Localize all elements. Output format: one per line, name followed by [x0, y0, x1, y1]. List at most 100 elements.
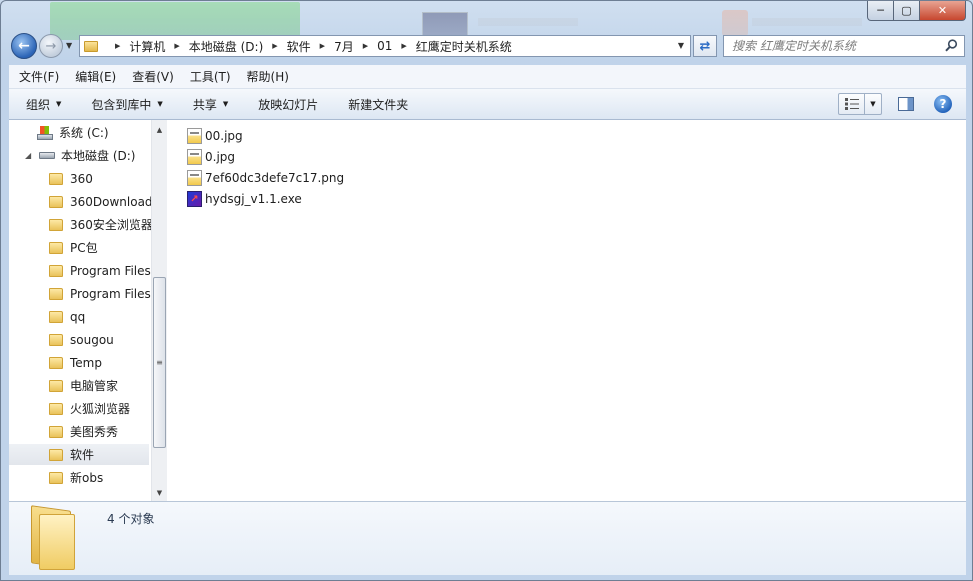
tree-item-folder[interactable]: 电脑管家: [49, 375, 118, 396]
forward-arrow-icon: →: [45, 38, 57, 54]
tree-item-label: 电脑管家: [70, 379, 119, 393]
command-bar: 组织 ▼ 包含到库中 ▼ 共享 ▼ 放映幻灯片 新建文件夹 ▼ ?: [9, 89, 966, 120]
menu-help[interactable]: 帮助(H): [247, 68, 289, 85]
breadcrumb-computer[interactable]: 计算机: [129, 38, 165, 55]
new-folder-button[interactable]: 新建文件夹: [348, 96, 408, 113]
minimize-icon: ─: [877, 4, 884, 17]
exe-file-icon: ↗: [187, 191, 202, 207]
breadcrumb-chevron-icon[interactable]: ▶: [272, 42, 277, 50]
share-label: 共享: [192, 97, 217, 112]
recent-pages-dropdown[interactable]: ▼: [66, 41, 72, 50]
slideshow-button[interactable]: 放映幻灯片: [258, 96, 318, 113]
folder-icon: [49, 310, 63, 323]
breadcrumb-july[interactable]: 7月: [334, 38, 354, 55]
tree-item-label: PC包: [70, 241, 98, 255]
image-file-icon: [187, 149, 202, 165]
file-item[interactable]: 7ef60dc3defe7c17.png: [187, 168, 344, 188]
folder-icon: [49, 425, 63, 438]
back-button[interactable]: ←: [11, 33, 37, 59]
navigation-scrollbar[interactable]: ▲ ≡ ▼: [151, 120, 167, 501]
explorer-window: ─ ▢ ✕ ← → ▼ ▶ 计算机 ▶ 本地磁盘 (D:) ▶ 软件 ▶ 7月 …: [0, 0, 973, 581]
maximize-button[interactable]: ▢: [894, 1, 920, 21]
tree-item-folder[interactable]: Program Files: [49, 260, 151, 281]
tree-item-folder-selected[interactable]: 软件: [9, 444, 149, 465]
tree-item-label: 360安全浏览器: [70, 218, 153, 232]
search-icon[interactable]: [945, 39, 958, 52]
folder-icon: [49, 172, 63, 185]
view-options-dropdown-icon[interactable]: ▼: [865, 94, 881, 114]
tree-item-folder[interactable]: 360: [49, 168, 93, 189]
details-pane: 4 个对象: [9, 501, 966, 575]
help-glyph: ?: [939, 97, 947, 111]
view-list-icon: [844, 98, 859, 110]
menu-edit[interactable]: 编辑(E): [75, 68, 116, 85]
tree-item-label: Temp: [70, 355, 102, 370]
menu-file[interactable]: 文件(F): [19, 68, 59, 85]
file-name: 7ef60dc3defe7c17.png: [205, 171, 345, 185]
tree-item-folder[interactable]: qq: [49, 306, 85, 327]
folder-icon: [49, 379, 63, 392]
organize-button[interactable]: 组织 ▼: [26, 96, 61, 113]
include-in-library-button[interactable]: 包含到库中 ▼: [91, 96, 162, 113]
breadcrumb-01[interactable]: 01: [377, 39, 392, 53]
file-item[interactable]: ↗ hydsgj_v1.1.exe: [187, 189, 302, 209]
tree-item-folder[interactable]: sougou: [49, 329, 114, 350]
address-dropdown-icon[interactable]: ▼: [678, 41, 684, 50]
tree-item-folder[interactable]: 360安全浏览器: [49, 214, 153, 235]
tree-item-label: 火狐浏览器: [70, 402, 131, 416]
breadcrumb-chevron-icon[interactable]: ▶: [320, 42, 325, 50]
breadcrumb-current[interactable]: 红鹰定时关机系统: [416, 38, 512, 55]
breadcrumb-software[interactable]: 软件: [287, 38, 311, 55]
tree-item-label: Program Files: [70, 286, 151, 301]
menu-tools[interactable]: 工具(T): [190, 68, 231, 85]
tree-item-label: qq: [70, 309, 86, 324]
close-button[interactable]: ✕: [920, 1, 966, 21]
breadcrumb-chevron-icon[interactable]: ▶: [174, 42, 179, 50]
tree-item-folder[interactable]: 360Download: [49, 191, 153, 212]
include-in-library-label: 包含到库中: [91, 97, 152, 112]
forward-button[interactable]: →: [39, 34, 63, 58]
tree-item-folder[interactable]: Temp: [49, 352, 102, 373]
tree-item-label: 360Download: [70, 194, 153, 209]
tree-item-folder[interactable]: Program Files: [49, 283, 151, 304]
organize-label: 组织: [26, 97, 51, 112]
scroll-down-icon[interactable]: ▼: [152, 485, 167, 501]
tree-item-drive-d[interactable]: ◢ 本地磁盘 (D:): [25, 145, 135, 166]
back-arrow-icon: ←: [18, 38, 30, 54]
scroll-up-icon[interactable]: ▲: [152, 122, 167, 138]
folder-icon: [49, 356, 63, 369]
folder-icon: [49, 333, 63, 346]
tree-item-label: 系统 (C:): [59, 126, 109, 140]
breadcrumb-chevron-icon[interactable]: ▶: [363, 42, 368, 50]
breadcrumb-drive-d[interactable]: 本地磁盘 (D:): [189, 38, 263, 55]
file-item[interactable]: 00.jpg: [187, 126, 243, 146]
search-box[interactable]: [723, 35, 965, 57]
tree-item-label: 美图秀秀: [70, 425, 119, 439]
image-file-icon: [187, 170, 202, 186]
change-view-button[interactable]: ▼: [838, 93, 882, 115]
file-name: 00.jpg: [205, 129, 243, 143]
tree-item-folder[interactable]: PC包: [49, 237, 98, 258]
preview-pane-icon[interactable]: [898, 97, 914, 111]
refresh-button[interactable]: ⇄: [693, 35, 717, 57]
collapse-arrow-icon[interactable]: ◢: [25, 151, 35, 160]
view-details-icon[interactable]: [839, 94, 865, 114]
address-bar[interactable]: ▶ 计算机 ▶ 本地磁盘 (D:) ▶ 软件 ▶ 7月 ▶ 01 ▶ 红鹰定时关…: [79, 35, 691, 57]
search-input[interactable]: [732, 39, 937, 53]
close-icon: ✕: [937, 4, 948, 17]
breadcrumb-chevron-icon[interactable]: ▶: [401, 42, 406, 50]
refresh-icon: ⇄: [699, 38, 711, 54]
file-item[interactable]: 0.jpg: [187, 147, 235, 167]
tree-item-folder[interactable]: 新obs: [49, 467, 103, 488]
breadcrumb-chevron-icon[interactable]: ▶: [115, 42, 120, 50]
help-icon[interactable]: ?: [934, 95, 952, 113]
tree-item-drive-c[interactable]: 系统 (C:): [37, 122, 109, 143]
scrollbar-thumb[interactable]: ≡: [153, 277, 166, 448]
menu-view[interactable]: 查看(V): [132, 68, 174, 85]
share-button[interactable]: 共享 ▼: [193, 96, 228, 113]
folder-icon: [49, 195, 63, 208]
tree-item-folder[interactable]: 火狐浏览器: [49, 398, 130, 419]
tree-item-folder[interactable]: 美图秀秀: [49, 421, 118, 442]
caption-buttons: ─ ▢ ✕: [867, 1, 966, 21]
minimize-button[interactable]: ─: [867, 1, 894, 21]
